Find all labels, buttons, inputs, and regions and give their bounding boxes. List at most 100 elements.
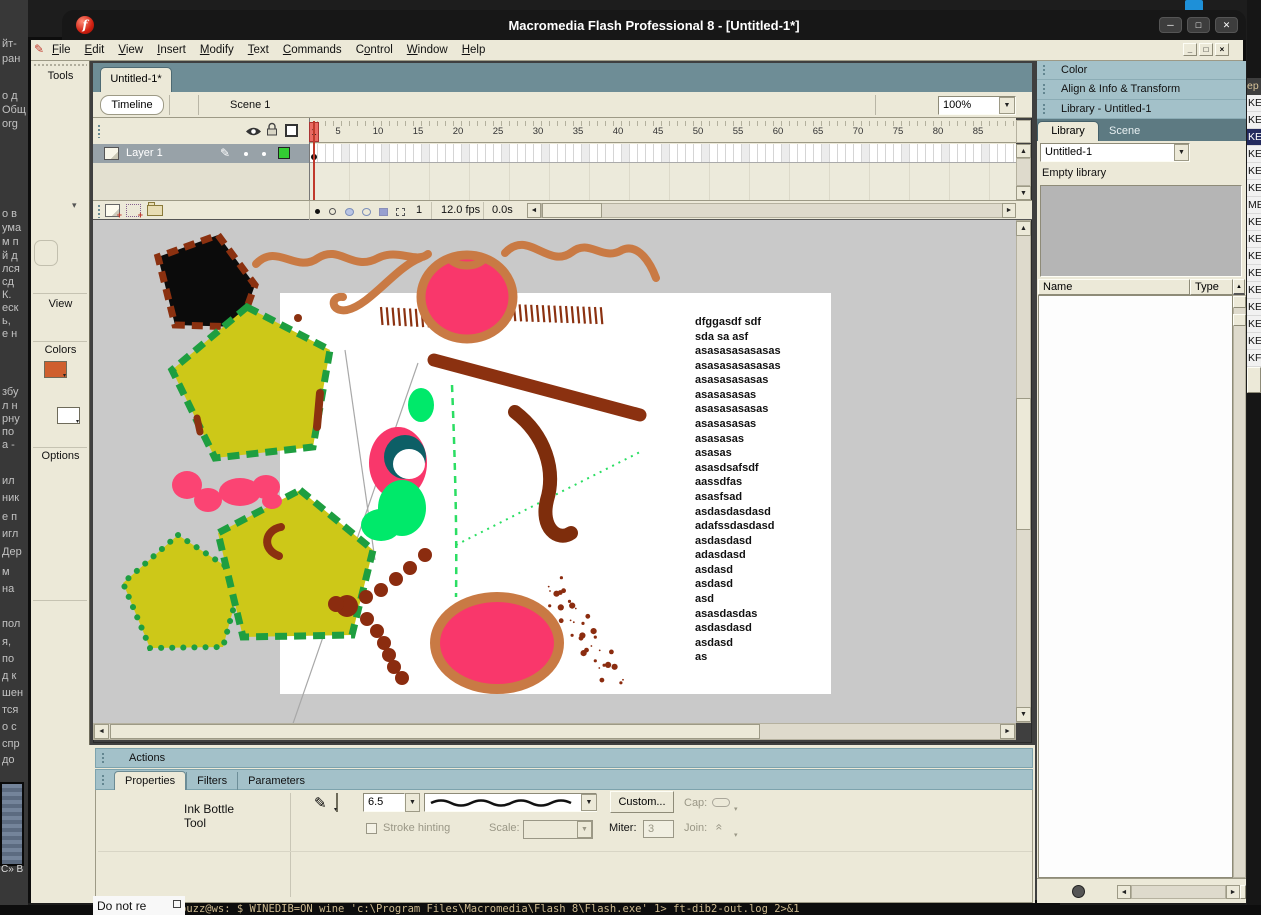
properties-tab[interactable]: Parameters bbox=[237, 772, 315, 790]
stage-hscroll-right-icon[interactable]: ► bbox=[1000, 724, 1015, 739]
menu-item[interactable]: Insert bbox=[150, 41, 193, 59]
layer-name[interactable]: Layer 1 bbox=[126, 147, 163, 159]
menu-item[interactable]: Modify bbox=[193, 41, 241, 59]
zoom-select-arrow-icon[interactable]: ▼ bbox=[999, 97, 1015, 114]
canvas-text-block[interactable]: dfggasdf sdfsda sa asfasasasasasasasasas… bbox=[695, 316, 845, 666]
timeline-toggle-button[interactable]: Timeline bbox=[100, 95, 164, 115]
tan-squiggle-right[interactable] bbox=[505, 245, 656, 278]
library-hscroll-track[interactable] bbox=[1131, 885, 1226, 899]
properties-tab[interactable]: Filters bbox=[186, 772, 237, 790]
stroke-style-arrow-icon[interactable]: ▼ bbox=[581, 794, 597, 811]
show-hide-layers-icon[interactable] bbox=[245, 124, 262, 142]
edit-multiple-frames-icon[interactable] bbox=[376, 204, 391, 219]
library-document-arrow-icon[interactable]: ▼ bbox=[1174, 144, 1189, 161]
frame-ruler-numbers[interactable]: 510152025303540455055606570758085 bbox=[318, 126, 1008, 140]
cap-style-icon[interactable] bbox=[712, 798, 730, 807]
library-scroll-button-icon[interactable] bbox=[1233, 296, 1246, 308]
tab-scene[interactable]: Scene bbox=[1109, 125, 1140, 137]
library-list[interactable] bbox=[1038, 295, 1233, 878]
maximize-button[interactable]: □ bbox=[1187, 17, 1210, 33]
stage-vscroll-down-icon[interactable]: ▼ bbox=[1016, 707, 1031, 722]
blob-composition[interactable] bbox=[361, 427, 427, 541]
timeline-scroll-up-icon[interactable]: ▲ bbox=[1016, 144, 1031, 158]
cap-arrow-icon[interactable]: ▾ bbox=[734, 805, 738, 813]
scene-label[interactable]: Scene 1 bbox=[230, 99, 270, 111]
add-motion-guide-icon[interactable]: + bbox=[126, 204, 141, 217]
stage-vscroll-thumb[interactable] bbox=[1016, 398, 1031, 530]
library-scroll-button2-icon[interactable] bbox=[1233, 314, 1246, 326]
miter-field[interactable]: 3 bbox=[643, 820, 674, 838]
custom-stroke-button[interactable]: Custom... bbox=[610, 791, 674, 813]
tab-library[interactable]: Library bbox=[1037, 121, 1099, 141]
actions-grip[interactable] bbox=[101, 752, 106, 765]
background-dialog[interactable]: Do not re bbox=[93, 896, 185, 915]
green-blob-small[interactable] bbox=[408, 388, 434, 422]
properties-tab[interactable]: Properties bbox=[114, 771, 186, 790]
layer-visibility-dot-icon[interactable] bbox=[244, 152, 248, 156]
tan-squiggle-left[interactable] bbox=[256, 254, 428, 310]
comb-pattern-right[interactable] bbox=[508, 304, 602, 324]
menu-item[interactable]: Edit bbox=[78, 41, 112, 59]
join-style-icon[interactable]: « bbox=[712, 824, 726, 831]
library-sort-icon[interactable]: ▲ bbox=[1233, 279, 1245, 295]
stroke-height-arrow-icon[interactable]: ▼ bbox=[405, 793, 420, 812]
chevron-down-icon[interactable]: ▾ bbox=[72, 200, 77, 211]
stroke-style-select[interactable] bbox=[424, 793, 597, 812]
onion-skin-icon[interactable] bbox=[342, 204, 357, 219]
lock-layers-icon[interactable] bbox=[266, 122, 278, 141]
timeline-grip[interactable] bbox=[97, 124, 102, 138]
pink-blob-group[interactable] bbox=[172, 471, 282, 512]
menu-item[interactable]: Help bbox=[455, 41, 493, 59]
center-frame-icon[interactable] bbox=[325, 204, 340, 219]
brown-thick-line[interactable] bbox=[434, 360, 640, 415]
dashed-green-line[interactable] bbox=[452, 385, 456, 597]
library-col-name[interactable]: Name bbox=[1038, 279, 1190, 295]
frames-row[interactable] bbox=[310, 144, 1016, 163]
pink-ellipse-large[interactable] bbox=[435, 597, 559, 689]
brown-curve-stroke[interactable] bbox=[515, 412, 571, 536]
frames-scroll-right-icon[interactable]: ► bbox=[1002, 203, 1016, 218]
mdi-close-icon[interactable]: × bbox=[1215, 43, 1229, 56]
library-document-select[interactable]: Untitled-1 bbox=[1040, 143, 1190, 162]
layer-outline-color-swatch[interactable] bbox=[278, 147, 290, 159]
frames-scroll-thumb[interactable] bbox=[542, 203, 602, 218]
collapsed-panel-bar[interactable]: Library - Untitled-1 bbox=[1037, 100, 1246, 119]
document-tab[interactable]: Untitled-1* bbox=[100, 67, 172, 92]
stroke-color-swatch[interactable]: ▾ bbox=[44, 361, 67, 378]
close-button[interactable]: ✕ bbox=[1215, 17, 1238, 33]
insert-layer-folder-icon[interactable] bbox=[147, 205, 163, 216]
layer-row[interactable]: Layer 1 ✎ bbox=[93, 144, 309, 163]
flash-titlebar[interactable]: f Macromedia Flash Professional 8 - [Unt… bbox=[62, 10, 1246, 40]
menu-item[interactable]: Control bbox=[349, 41, 400, 59]
library-col-type[interactable]: Type bbox=[1190, 279, 1233, 295]
menu-item[interactable]: File bbox=[45, 41, 78, 59]
stage-hscroll-left-icon[interactable]: ◄ bbox=[94, 724, 109, 739]
dialog-checkbox[interactable] bbox=[173, 900, 181, 908]
timeline-scroll-down-icon[interactable]: ▼ bbox=[1016, 186, 1031, 200]
tools-panel-grip[interactable] bbox=[33, 63, 87, 67]
properties-stroke-color-swatch[interactable]: ▾ bbox=[336, 793, 338, 812]
library-info-icon[interactable] bbox=[1072, 885, 1085, 898]
yellow-pentagon-top[interactable] bbox=[172, 307, 330, 458]
fill-color-swatch[interactable]: ▾ bbox=[57, 407, 80, 424]
library-scroll-column[interactable] bbox=[1233, 295, 1246, 878]
outline-layers-icon[interactable] bbox=[285, 124, 298, 137]
insert-layer-icon[interactable]: + bbox=[105, 204, 120, 217]
stroke-height-field[interactable]: 6.5 bbox=[363, 793, 405, 812]
onion-skin-outline-icon[interactable] bbox=[359, 204, 374, 219]
collapsed-panel-bar[interactable]: Align & Info & Transform bbox=[1037, 80, 1246, 99]
menu-item[interactable]: Commands bbox=[276, 41, 349, 59]
frame-rate-value[interactable]: 12.0 fps bbox=[441, 204, 480, 216]
frames-scroll-left-icon[interactable]: ◄ bbox=[527, 203, 541, 218]
stage-hscroll-thumb[interactable] bbox=[110, 724, 760, 739]
actions-panel-bar[interactable]: Actions bbox=[95, 748, 1033, 768]
menu-item[interactable]: Text bbox=[241, 41, 276, 59]
menu-item[interactable]: Window bbox=[400, 41, 455, 59]
minimize-button[interactable]: ─ bbox=[1159, 17, 1182, 33]
layer-lock-dot-icon[interactable] bbox=[262, 152, 266, 156]
collapsed-panel-bar[interactable]: Color bbox=[1037, 61, 1246, 80]
menu-item[interactable]: View bbox=[111, 41, 150, 59]
library-hscroll-left-icon[interactable]: ◄ bbox=[1117, 885, 1131, 899]
stroke-hinting-checkbox[interactable] bbox=[366, 823, 377, 834]
stage-area[interactable]: dfggasdf sdfsda sa asfasasasasasasasasas… bbox=[93, 220, 1016, 723]
